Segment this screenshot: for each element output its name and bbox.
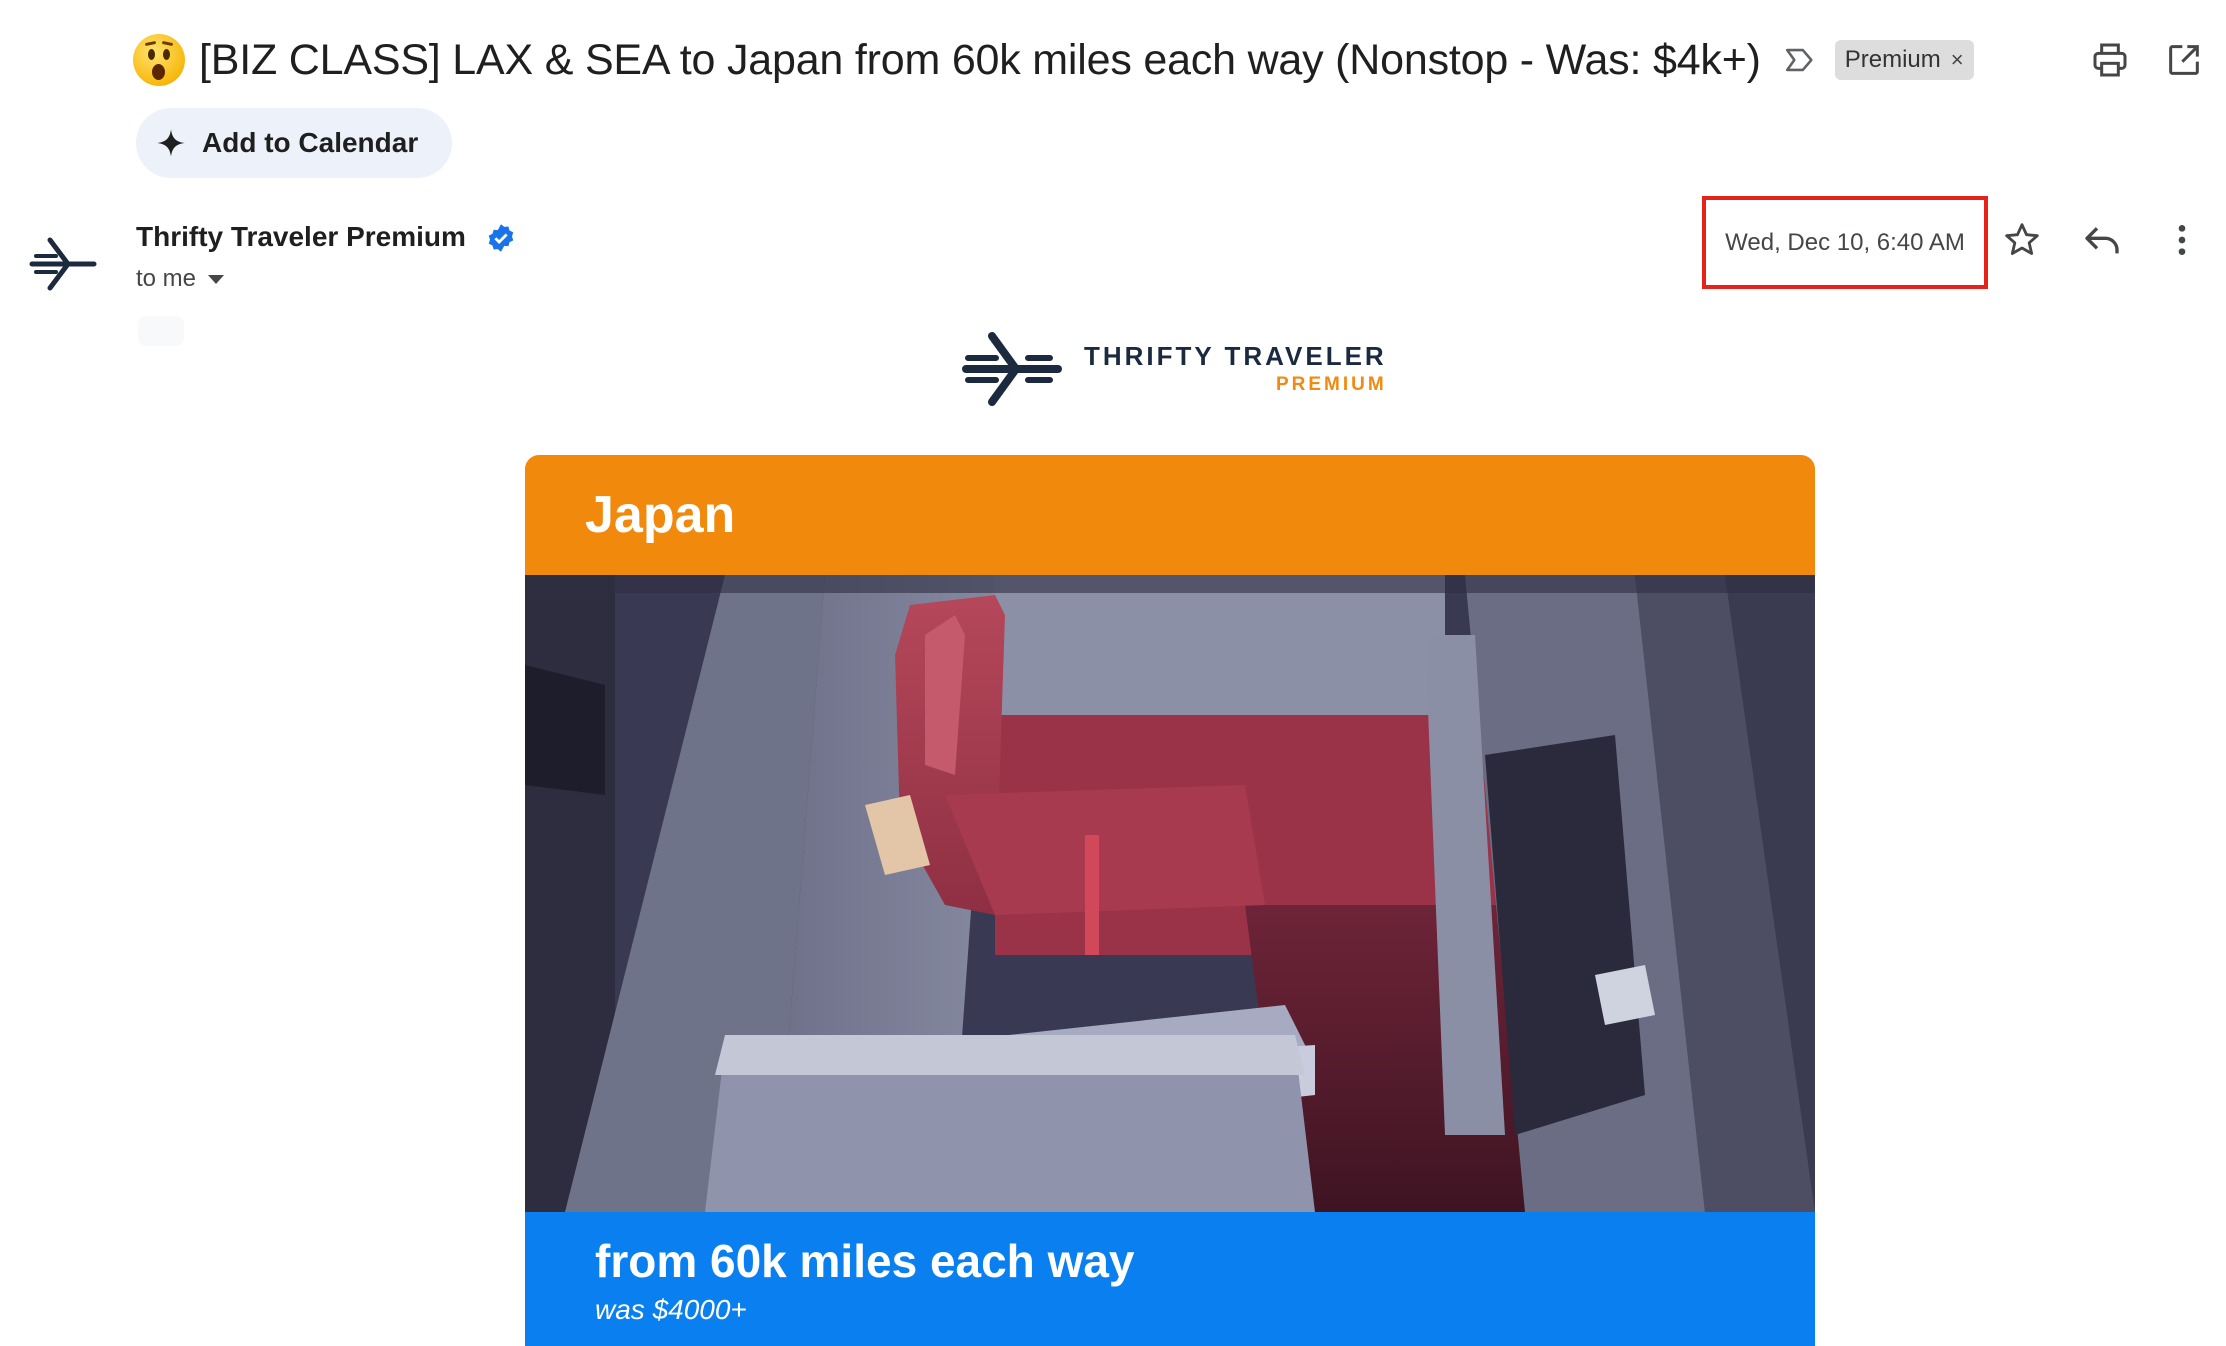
label-chip-premium[interactable]: Premium × bbox=[1834, 40, 1974, 80]
email-date: Wed, Dec 10, 6:40 AM bbox=[1725, 228, 1965, 256]
date-highlight-box: Wed, Dec 10, 6:40 AM bbox=[1702, 196, 1988, 289]
add-to-calendar-label: Add to Calendar bbox=[202, 127, 419, 158]
deal-card[interactable]: Japan from 60k miles each way was $4000+ bbox=[525, 455, 1815, 1346]
deal-was-price: was $4000+ bbox=[595, 1294, 747, 1325]
seat-photo-illustration bbox=[525, 575, 1815, 1212]
verified-badge-icon bbox=[488, 224, 514, 252]
brand-subtitle: PREMIUM bbox=[1275, 374, 1387, 395]
sender-avatar-plane-icon bbox=[29, 237, 97, 291]
brand-plane-icon bbox=[962, 332, 1062, 406]
sparkle-icon bbox=[157, 129, 185, 157]
recipient-toggle[interactable]: to me bbox=[136, 265, 225, 293]
deal-card-footer: from 60k miles each way was $4000+ bbox=[525, 1212, 1815, 1346]
chevron-down-icon bbox=[208, 274, 225, 284]
open-in-new-window-icon[interactable] bbox=[2164, 40, 2204, 80]
important-marker-icon[interactable] bbox=[1783, 43, 1817, 77]
deal-card-header: Japan bbox=[525, 455, 1815, 575]
business-class-seat-photo[interactable] bbox=[525, 575, 1815, 1212]
remove-label-button[interactable]: × bbox=[1951, 47, 1964, 73]
subject-row: [BIZ CLASS] LAX & SEA to Japan from 60k … bbox=[133, 28, 1974, 92]
print-icon[interactable] bbox=[2090, 40, 2130, 80]
recipient-text: to me bbox=[136, 265, 197, 292]
astonished-face-icon bbox=[133, 34, 185, 86]
more-vert-icon[interactable] bbox=[2162, 220, 2202, 260]
email-subject: [BIZ CLASS] LAX & SEA to Japan from 60k … bbox=[199, 35, 1761, 84]
add-to-calendar-button[interactable]: Add to Calendar bbox=[136, 108, 452, 178]
label-chip-text: Premium bbox=[1844, 46, 1941, 73]
brand-name: THRIFTY TRAVELER bbox=[1084, 341, 1387, 371]
brand-logo: THRIFTY TRAVELER PREMIUM bbox=[962, 330, 1387, 408]
deal-price: from 60k miles each way bbox=[595, 1235, 1135, 1287]
sender-name[interactable]: Thrifty Traveler Premium bbox=[136, 221, 466, 253]
star-icon[interactable] bbox=[2002, 220, 2042, 260]
sender-chip bbox=[138, 316, 184, 346]
deal-destination: Japan bbox=[585, 486, 736, 544]
reply-icon[interactable] bbox=[2082, 220, 2122, 260]
